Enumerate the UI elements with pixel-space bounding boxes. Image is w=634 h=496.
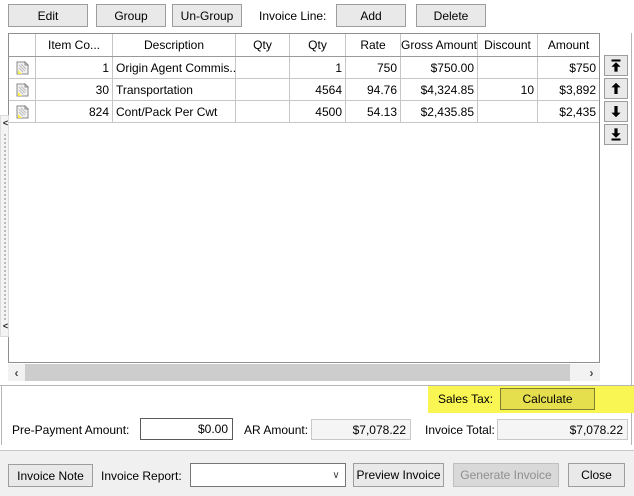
panel-right-border	[631, 33, 632, 445]
left-splitter[interactable]: < <	[0, 115, 9, 337]
row-cell-icon	[9, 79, 36, 100]
row-cell-qty1	[236, 101, 290, 122]
move-row-up-button[interactable]	[604, 78, 628, 99]
row-cell-rate: 94.76	[346, 79, 401, 100]
row-cell-discount	[478, 57, 538, 78]
invoice-report-label: Invoice Report:	[101, 469, 182, 483]
move-row-down-button[interactable]	[604, 101, 628, 122]
ar-amount-label: AR Amount:	[244, 423, 308, 437]
invoice-lines-window: Edit Group Un-Group Invoice Line: Add De…	[0, 0, 634, 496]
invoice-total-label: Invoice Total:	[425, 423, 495, 437]
close-button[interactable]: Close	[568, 463, 625, 487]
collapse-left-icon[interactable]: <	[1, 321, 10, 331]
preview-invoice-button[interactable]: Preview Invoice	[353, 463, 444, 487]
ungroup-button[interactable]: Un-Group	[172, 4, 242, 27]
row-cell-gross-amount: $750.00	[401, 57, 478, 78]
row-cell-item-code: 824	[36, 101, 113, 122]
collapse-left-icon[interactable]: <	[1, 118, 10, 128]
column-header-item-code[interactable]: Item Co...	[36, 34, 113, 56]
row-cell-description: Cont/Pack Per Cwt	[113, 101, 236, 122]
row-cell-item-code: 30	[36, 79, 113, 100]
scroll-right-icon[interactable]: ›	[583, 364, 600, 381]
prepayment-input[interactable]	[140, 418, 233, 440]
edit-button[interactable]: Edit	[8, 4, 88, 27]
row-cell-item-code: 1	[36, 57, 113, 78]
invoice-note-button[interactable]: Invoice Note	[8, 464, 93, 487]
generate-invoice-button[interactable]: Generate Invoice	[453, 463, 559, 487]
panel-left-border	[1, 385, 2, 445]
arrow-up-to-top-icon	[610, 59, 622, 72]
move-row-to-bottom-button[interactable]	[604, 124, 628, 145]
horizontal-scrollbar[interactable]: ‹ ›	[8, 364, 600, 381]
delete-invoice-line-button[interactable]: Delete	[416, 4, 486, 27]
row-cell-gross-amount: $2,435.85	[401, 101, 478, 122]
row-cell-qty2: 1	[290, 57, 346, 78]
prepayment-label: Pre-Payment Amount:	[12, 423, 129, 437]
row-cell-qty2: 4500	[290, 101, 346, 122]
calculate-sales-tax-button[interactable]: Calculate	[500, 388, 595, 410]
table-row[interactable]: 1 Origin Agent Commis... 1 750 $750.00 $…	[9, 57, 599, 79]
row-cell-qty2: 4564	[290, 79, 346, 100]
note-icon	[16, 105, 29, 119]
arrow-down-to-bottom-icon	[610, 128, 622, 141]
row-cell-rate: 750	[346, 57, 401, 78]
footer-panel: Invoice Note Invoice Report: ∨ Preview I…	[0, 450, 634, 496]
note-icon	[16, 61, 29, 75]
column-header-rate[interactable]: Rate	[346, 34, 401, 56]
ar-amount-field: $7,078.22	[311, 419, 411, 440]
row-cell-amount: $750	[538, 57, 599, 78]
table-row[interactable]: 30 Transportation 4564 94.76 $4,324.85 1…	[9, 79, 599, 101]
row-cell-rate: 54.13	[346, 101, 401, 122]
row-cell-description: Origin Agent Commis...	[113, 57, 236, 78]
add-invoice-line-button[interactable]: Add	[336, 4, 406, 27]
group-button[interactable]: Group	[96, 4, 166, 27]
row-cell-icon	[9, 57, 36, 78]
column-header-amount[interactable]: Amount	[538, 34, 599, 56]
row-cell-gross-amount: $4,324.85	[401, 79, 478, 100]
invoice-lines-table: Item Co... Description Qty Qty Rate Gros…	[8, 33, 600, 363]
row-cell-qty1	[236, 79, 290, 100]
row-cell-discount: 10	[478, 79, 538, 100]
row-icon-column-header[interactable]	[9, 34, 36, 56]
invoice-line-label: Invoice Line:	[259, 9, 326, 23]
sales-tax-label: Sales Tax:	[438, 392, 493, 406]
splitter-grip	[4, 134, 6, 320]
column-header-gross-amount[interactable]: Gross Amount	[401, 34, 478, 56]
row-cell-description: Transportation	[113, 79, 236, 100]
row-cell-qty1	[236, 57, 290, 78]
arrow-up-icon	[610, 82, 622, 95]
note-icon	[16, 83, 29, 97]
invoice-total-field: $7,078.22	[497, 419, 628, 440]
table-row[interactable]: 824 Cont/Pack Per Cwt 4500 54.13 $2,435.…	[9, 101, 599, 123]
row-cell-amount: $3,892	[538, 79, 599, 100]
row-cell-amount: $2,435	[538, 101, 599, 122]
column-header-discount[interactable]: Discount	[478, 34, 538, 56]
horizontal-scrollbar-thumb[interactable]	[25, 364, 570, 381]
row-cell-discount	[478, 101, 538, 122]
sales-tax-highlight: Sales Tax: Calculate	[428, 386, 634, 413]
arrow-down-icon	[610, 105, 622, 118]
move-row-to-top-button[interactable]	[604, 55, 628, 76]
chevron-down-icon: ∨	[327, 470, 345, 481]
row-cell-icon	[9, 101, 36, 122]
column-header-qty1[interactable]: Qty	[236, 34, 290, 56]
column-header-description[interactable]: Description	[113, 34, 236, 56]
column-header-qty2[interactable]: Qty	[290, 34, 346, 56]
table-header-row: Item Co... Description Qty Qty Rate Gros…	[9, 34, 599, 57]
invoice-report-select[interactable]: ∨	[190, 463, 346, 487]
scroll-left-icon[interactable]: ‹	[8, 364, 25, 381]
